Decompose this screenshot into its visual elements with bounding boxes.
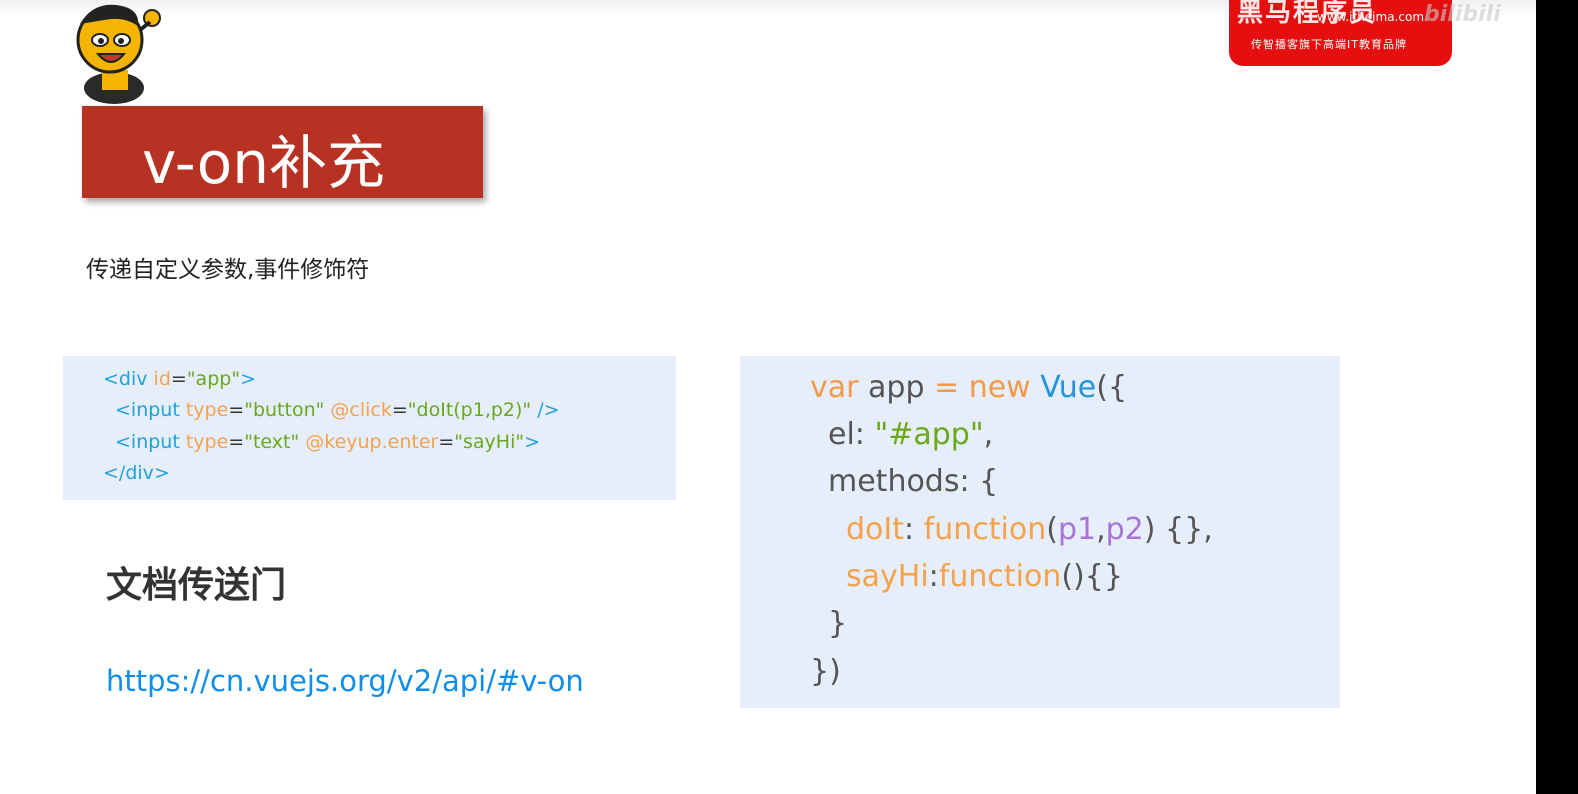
- code-token: new: [959, 370, 1041, 405]
- code-token: "text": [244, 431, 300, 453]
- logo-tagline: 传智播客旗下高端IT教育品牌: [1251, 38, 1407, 51]
- slide-title: v-on补充: [142, 129, 386, 197]
- code-token: Vue: [1040, 370, 1097, 405]
- code-token: =: [391, 399, 408, 421]
- logo-url: www.itheima.com: [1317, 10, 1425, 24]
- js-code-line-3: methods: {: [828, 462, 998, 502]
- code-token: @click: [330, 399, 392, 421]
- code-token: />: [531, 399, 560, 421]
- code-token: (){}: [1061, 559, 1123, 594]
- code-token: }: [828, 606, 848, 641]
- mascot-image: [64, 0, 164, 104]
- code-token: :: [928, 559, 939, 594]
- js-code-line-2: el: "#app",: [828, 415, 993, 455]
- title-banner: v-on补充: [82, 106, 483, 198]
- js-code-line-7: }): [810, 652, 841, 692]
- code-token: type: [185, 399, 229, 421]
- code-token: "doIt(p1,p2)": [407, 399, 532, 421]
- js-code-block: var app = new Vue({ el: "#app", methods:…: [740, 356, 1340, 708]
- html-code-line-3: <input type="text" @keyup.enter="sayHi">: [115, 430, 540, 454]
- js-code-line-5: sayHi:function(){}: [846, 557, 1123, 597]
- code-token: function: [923, 512, 1047, 547]
- code-token: ({: [1096, 370, 1128, 405]
- code-token: doIt: [846, 512, 905, 547]
- code-token: type: [185, 431, 229, 453]
- code-token: >: [524, 431, 541, 453]
- code-token: :: [904, 512, 924, 547]
- docs-title: 文档传送门: [106, 565, 287, 606]
- code-token: =: [438, 431, 455, 453]
- js-code-line-6: }: [828, 604, 847, 644]
- code-token: p1: [1057, 512, 1097, 547]
- html-code-line-2: <input type="button" @click="doIt(p1,p2)…: [115, 398, 560, 422]
- code-token: ,: [983, 417, 994, 452]
- code-token: methods: {: [828, 464, 999, 499]
- code-token: </div>: [103, 462, 170, 484]
- html-code-line-4: </div>: [103, 461, 170, 485]
- code-token: }): [810, 654, 841, 689]
- js-code-line-1: var app = new Vue({: [810, 368, 1127, 408]
- code-token: =: [170, 368, 187, 390]
- code-token: <input: [115, 431, 186, 453]
- code-token: =: [934, 370, 960, 405]
- code-token: p2: [1105, 512, 1144, 547]
- slide-subtitle: 传递自定义参数,事件修饰符: [86, 257, 370, 283]
- code-token: "button": [244, 399, 325, 421]
- bilibili-watermark: bilibili: [1424, 2, 1501, 27]
- right-black-bar: [1536, 0, 1578, 794]
- itheima-logo: 黑马程序员 www.itheima.com 传智播客旗下高端IT教育品牌: [1229, 0, 1452, 66]
- html-code-line-1: <div id="app">: [103, 367, 256, 391]
- code-token: ) {},: [1143, 512, 1213, 547]
- code-token: >: [240, 368, 256, 390]
- code-token: <input: [115, 399, 186, 421]
- js-code-line-4: doIt: function(p1,p2) {},: [846, 510, 1213, 550]
- code-token: sayHi: [846, 559, 929, 594]
- code-token: id: [153, 368, 171, 390]
- code-token: =: [228, 399, 245, 421]
- code-token: "#app": [874, 417, 984, 452]
- code-token: el:: [828, 417, 875, 452]
- code-token: "app": [186, 368, 241, 390]
- html-code-block: <div id="app"> <input type="button" @cli…: [63, 356, 676, 500]
- slide: 黑马程序员 www.itheima.com 传智播客旗下高端IT教育品牌 bil…: [0, 0, 1536, 794]
- docs-link[interactable]: https://cn.vuejs.org/v2/api/#v-on: [106, 664, 584, 698]
- code-token: @keyup.enter: [305, 431, 439, 453]
- code-token: (: [1046, 512, 1058, 547]
- code-token: app: [858, 370, 935, 405]
- code-token: <div: [103, 368, 154, 390]
- code-token: =: [228, 431, 245, 453]
- code-token: "sayHi": [454, 431, 525, 453]
- code-token: ,: [1096, 512, 1106, 547]
- code-token: function: [938, 559, 1062, 594]
- code-token: var: [810, 370, 859, 405]
